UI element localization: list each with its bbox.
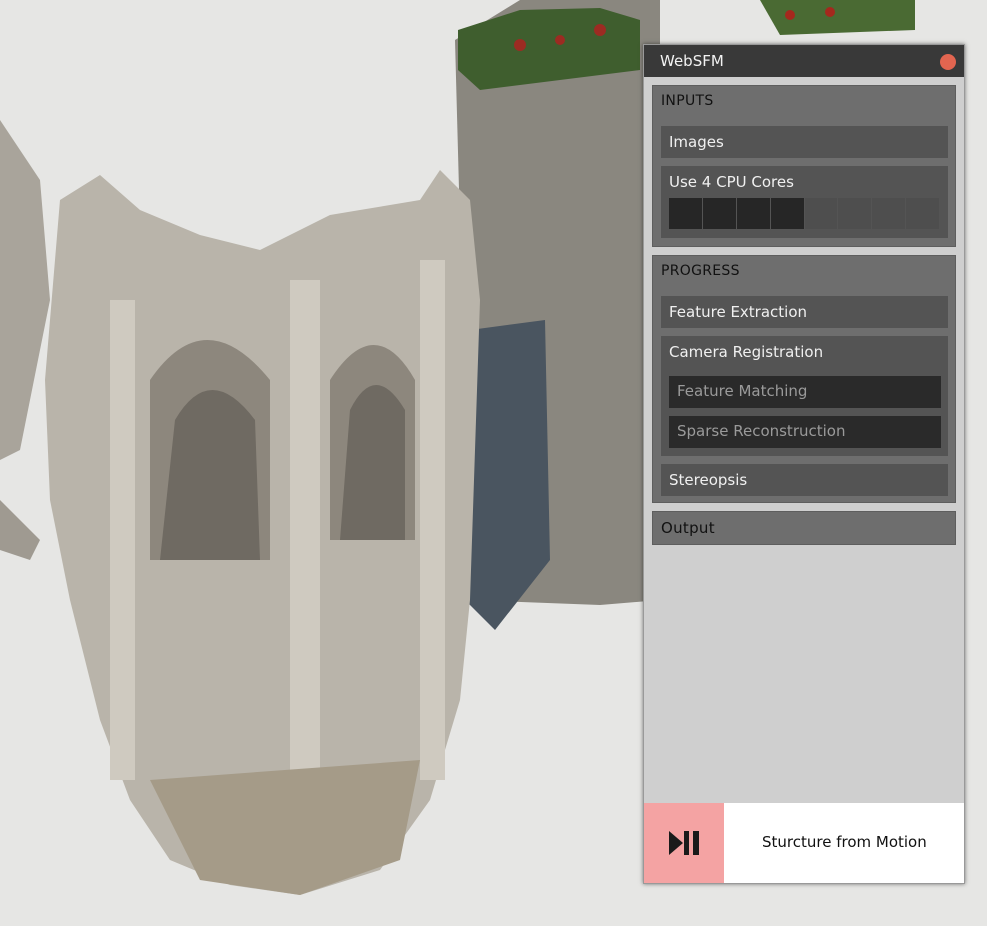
cpu-cores-label: Use 4 CPU Cores	[669, 173, 794, 191]
cpu-core-cell[interactable]	[770, 198, 804, 229]
cpu-core-cell[interactable]	[669, 198, 702, 229]
cpu-cores-item: Use 4 CPU Cores	[661, 166, 948, 238]
cpu-core-cell[interactable]	[804, 198, 838, 229]
sparse-reconstruction-label: Sparse Reconstruction	[677, 422, 846, 440]
footer-label: Sturcture from Motion	[762, 833, 927, 851]
panel-title: WebSFM	[660, 52, 724, 70]
websfm-panel: WebSFM INPUTS Images Use 4 CPU Cores PRO…	[643, 44, 965, 884]
inputs-header: INPUTS	[661, 93, 714, 109]
cpu-core-cell[interactable]	[872, 198, 906, 229]
progress-header: PROGRESS	[661, 263, 740, 279]
feature-extraction-item[interactable]: Feature Extraction	[661, 296, 948, 328]
camera-registration-label: Camera Registration	[669, 343, 824, 361]
cpu-core-cell[interactable]	[906, 198, 939, 229]
panel-titlebar[interactable]: WebSFM	[644, 45, 964, 77]
images-label: Images	[669, 133, 724, 151]
progress-section: PROGRESS Feature Extraction Camera Regis…	[652, 255, 956, 503]
sparse-reconstruction-item[interactable]: Sparse Reconstruction	[669, 416, 941, 448]
feature-matching-item[interactable]: Feature Matching	[669, 376, 941, 408]
stereopsis-item[interactable]: Stereopsis	[661, 464, 948, 496]
camera-registration-item[interactable]: Camera Registration Feature Matching Spa…	[661, 336, 948, 456]
cpu-core-cell[interactable]	[702, 198, 736, 229]
building-base	[150, 760, 420, 895]
panel-footer: Sturcture from Motion	[644, 803, 964, 883]
images-item[interactable]: Images	[661, 126, 948, 158]
play-pause-icon	[669, 831, 699, 855]
cpu-cores-selector[interactable]	[669, 198, 940, 229]
close-icon[interactable]	[940, 54, 956, 70]
output-section[interactable]: Output	[652, 511, 956, 545]
output-header: Output	[661, 519, 715, 537]
stereopsis-label: Stereopsis	[669, 471, 748, 489]
cpu-core-cell[interactable]	[736, 198, 770, 229]
cpu-core-cell[interactable]	[838, 198, 872, 229]
feature-matching-label: Feature Matching	[677, 382, 808, 400]
feature-extraction-label: Feature Extraction	[669, 303, 808, 321]
inputs-section: INPUTS Images Use 4 CPU Cores	[652, 85, 956, 247]
play-pause-button[interactable]	[644, 803, 724, 883]
